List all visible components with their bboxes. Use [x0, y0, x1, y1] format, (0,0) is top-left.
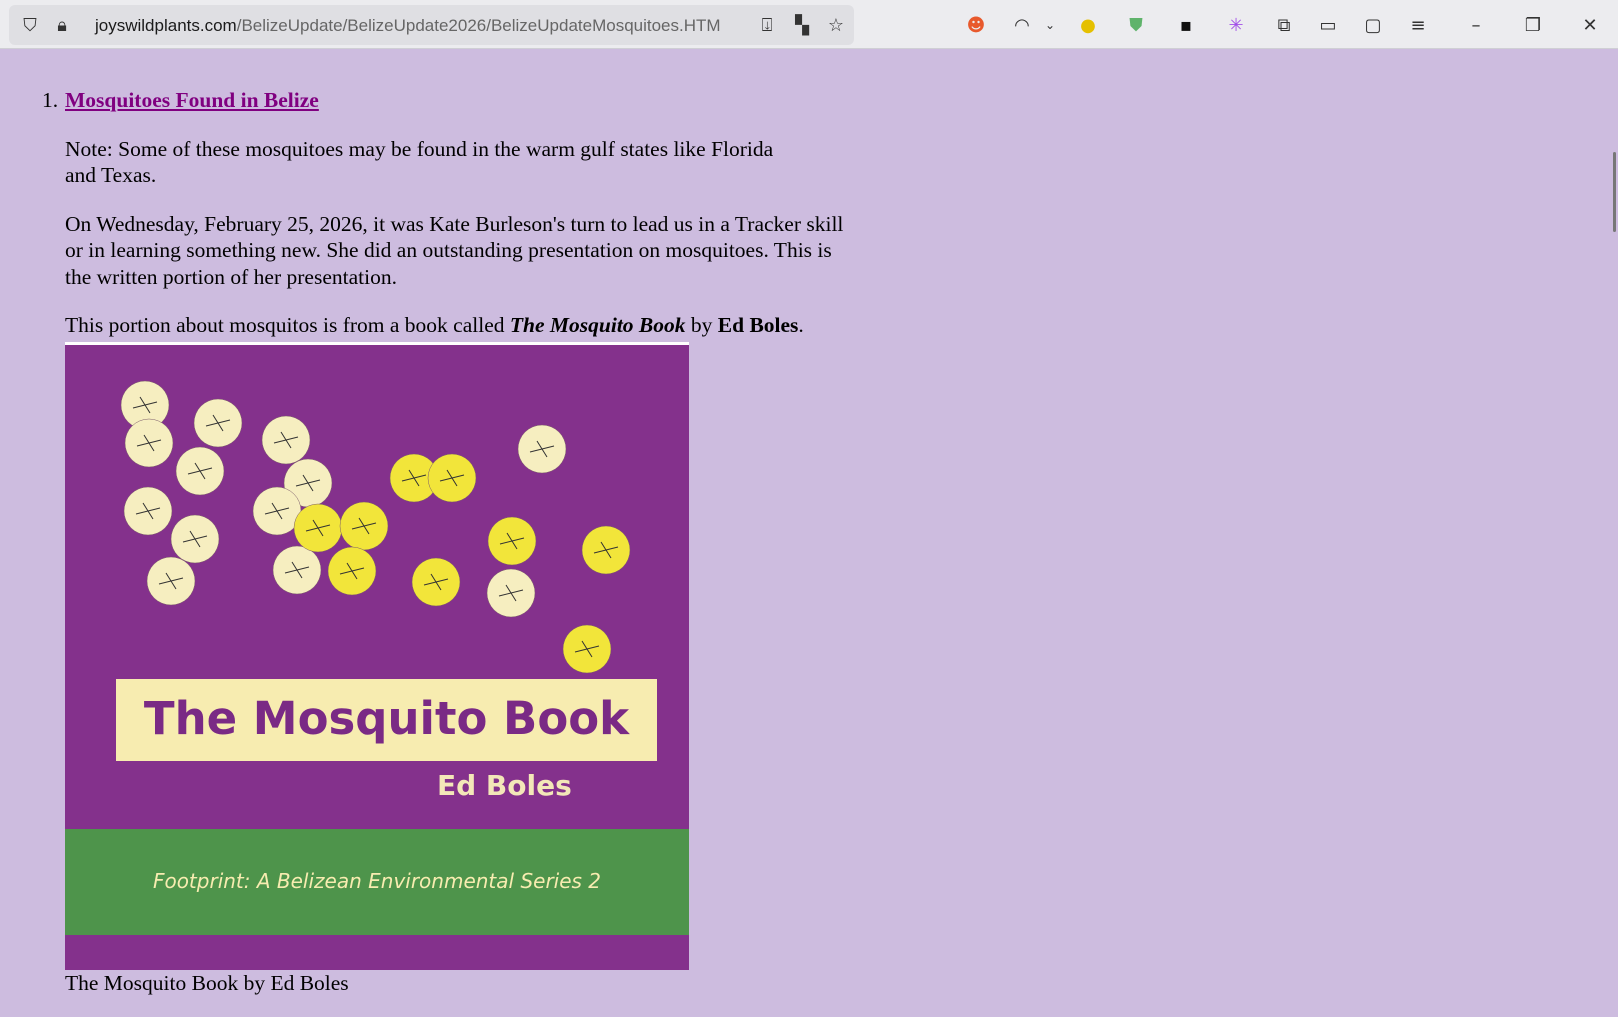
lock-icon[interactable]: 🔒︎ — [51, 14, 73, 36]
book-cover-image: The Mosquito Book Ed Boles Footprint: A … — [65, 341, 689, 970]
bookmark-star-icon[interactable]: ☆ — [824, 14, 848, 36]
image-caption: The Mosquito Book by Ed Boles — [65, 970, 349, 995]
page-content: 1. Mosquitoes Found in Belize Note: Some… — [0, 49, 1618, 1017]
extensions-puzzle-icon[interactable]: ⧉ — [1272, 13, 1296, 37]
cover-author: Ed Boles — [437, 768, 572, 802]
headset-icon[interactable]: ◠ — [1010, 13, 1034, 37]
chevron-down-icon[interactable]: ⌄ — [1042, 13, 1058, 37]
url-text[interactable]: joyswildplants.com/BelizeUpdate/BelizeUp… — [95, 16, 721, 36]
intro-paragraph: On Wednesday, February 25, 2026, it was … — [65, 211, 844, 289]
cover-title: The Mosquito Book — [116, 678, 657, 761]
scrollbar-thumb[interactable] — [1613, 152, 1616, 232]
mosquito-circles-illustration — [120, 380, 631, 673]
browser-toolbar: ⛉ 🔒︎ joyswildplants.com/BelizeUpdate/Bel… — [0, 0, 1618, 49]
heading-link[interactable]: Mosquitoes Found in Belize — [65, 88, 319, 112]
extension-snowflake-icon[interactable]: ✳ — [1224, 13, 1248, 37]
note-paragraph: Note: Some of these mosquitoes may be fo… — [65, 136, 774, 188]
qr-code-icon[interactable]: ▚ — [790, 14, 814, 36]
address-bar[interactable]: ⛉ 🔒︎ joyswildplants.com/BelizeUpdate/Bel… — [9, 5, 854, 45]
close-icon[interactable]: ✕ — [1578, 13, 1602, 37]
source-paragraph: This portion about mosquitos is from a b… — [65, 313, 804, 337]
extension-mask-icon[interactable]: ☻ — [964, 13, 988, 37]
download-page-icon[interactable]: ⍗ — [755, 14, 779, 36]
shield-icon[interactable]: ⛉ — [19, 14, 41, 36]
list-number: 1. — [42, 88, 59, 112]
apps-plus-icon[interactable]: ▪ — [1174, 13, 1198, 37]
cover-series: Footprint: A Belizean Environmental Seri… — [65, 828, 689, 935]
restore-icon[interactable]: ❐ — [1521, 13, 1545, 37]
menu-icon[interactable]: ≡ — [1406, 13, 1430, 37]
book-author: Ed Boles — [717, 313, 799, 337]
tab-tray-icon[interactable]: ▭ — [1316, 13, 1340, 37]
minimize-icon[interactable]: – — [1464, 13, 1488, 37]
sidebar-icon[interactable]: ▢ — [1361, 13, 1385, 37]
extension-yellow-icon[interactable]: ● — [1076, 13, 1100, 37]
adblock-shield-icon[interactable]: ⛊ — [1124, 13, 1148, 37]
book-title: The Mosquito Book — [509, 313, 686, 337]
